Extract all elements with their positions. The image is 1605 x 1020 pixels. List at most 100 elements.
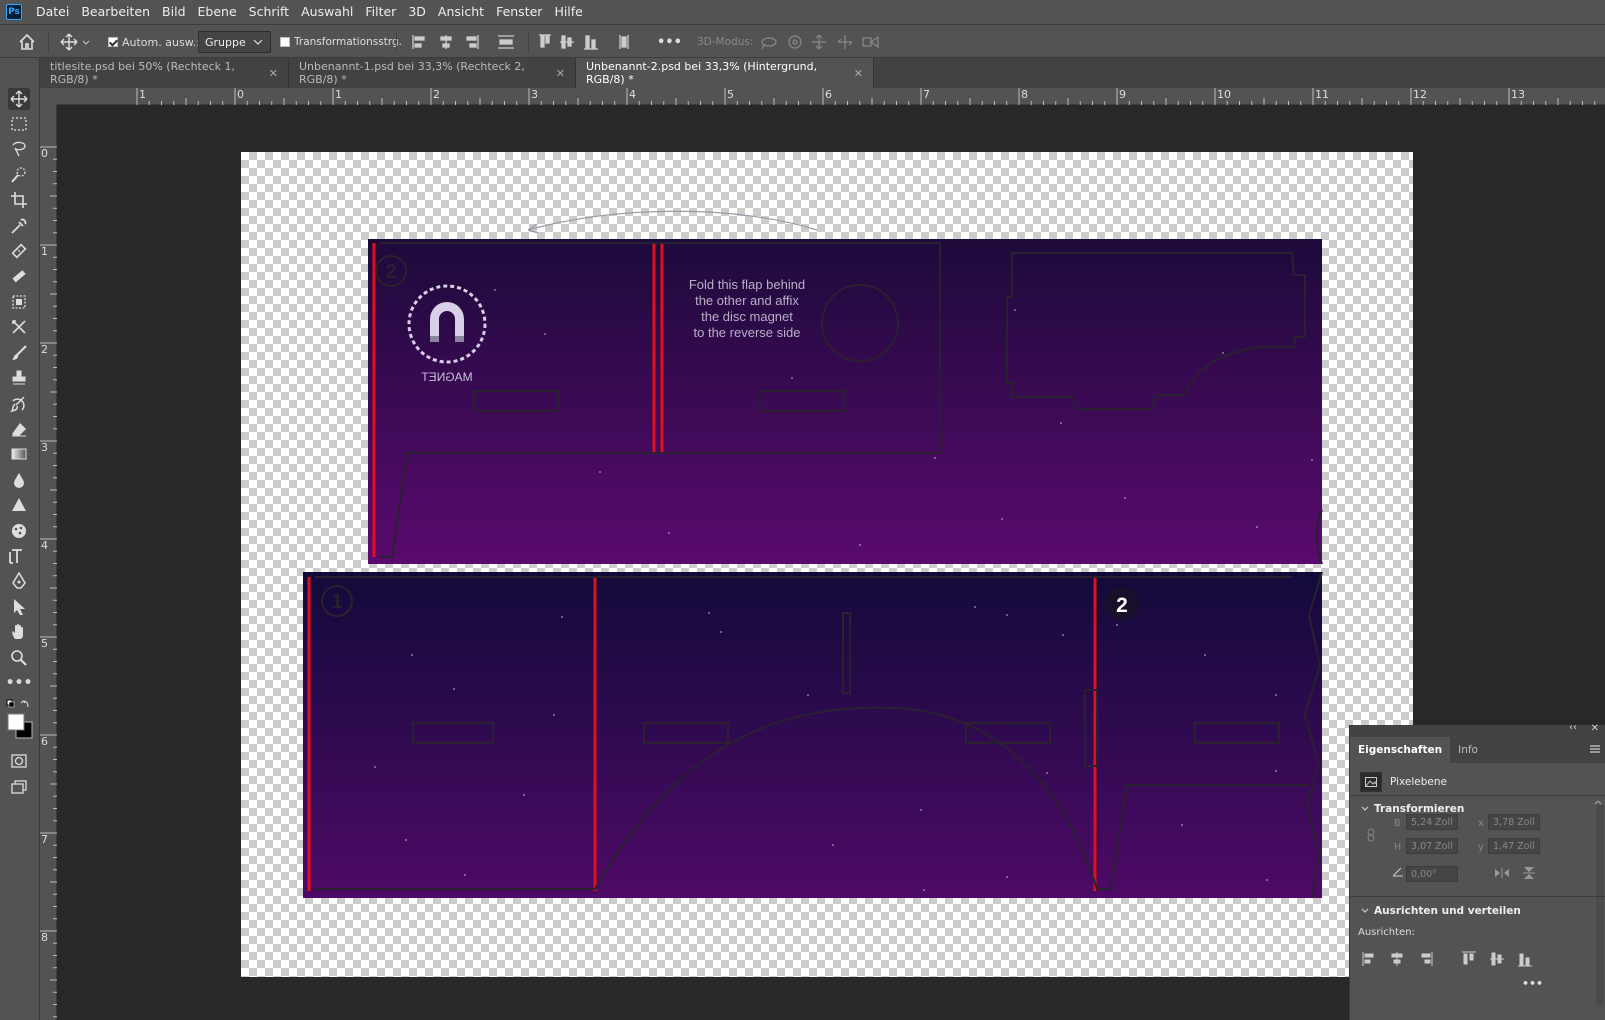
menu-fenster[interactable]: Fenster <box>490 0 548 24</box>
ruler-label: 5 <box>41 637 48 650</box>
home-icon[interactable] <box>18 25 36 59</box>
align-buttons-group <box>412 25 522 59</box>
3d-mode-label: 3D-Modus: <box>697 36 754 48</box>
ruler-label: 1 <box>41 245 48 258</box>
flap-text-line: the other and affix <box>695 293 799 308</box>
crop-tool-icon[interactable] <box>8 189 30 211</box>
width-field[interactable]: 5,24 Zoll <box>1406 814 1458 830</box>
ruler-label: 6 <box>41 735 48 748</box>
quick-selection-tool-icon[interactable] <box>8 164 30 186</box>
move-tool-preset-icon[interactable] <box>60 25 90 59</box>
menu-3d[interactable]: 3D <box>402 0 432 24</box>
brush-tool-icon[interactable] <box>8 342 30 364</box>
menu-auswahl[interactable]: Auswahl <box>295 0 359 24</box>
clone-stamp-tool-icon[interactable] <box>8 291 30 313</box>
gradient-tool-icon[interactable] <box>8 443 30 465</box>
badge-1: 1 <box>331 591 342 613</box>
ruler-label: 2 <box>41 343 48 356</box>
move-tool-icon[interactable] <box>8 88 30 110</box>
tab-unbenannt-2[interactable]: Unbenannt-2.psd bei 33,3% (Hintergrund, … <box>576 58 874 88</box>
tab-label: Unbenannt-2.psd bei 33,3% (Hintergrund, … <box>586 60 818 86</box>
dodge-tool-icon[interactable] <box>8 494 30 516</box>
screen-mode-icon[interactable] <box>8 776 30 798</box>
align-section-title[interactable]: Ausrichten und verteilen <box>1374 905 1521 917</box>
tab-eigenschaften[interactable]: Eigenschaften <box>1350 737 1451 763</box>
flip-vertical-icon[interactable] <box>1522 866 1536 883</box>
path-selection-tool-icon[interactable] <box>8 596 30 618</box>
3d-mode-icons <box>760 25 884 59</box>
auto-select-target-dropdown[interactable]: Gruppe <box>198 31 271 53</box>
more-options-button[interactable]: ••• <box>657 25 682 59</box>
height-field[interactable]: 3,07 Zoll <box>1406 838 1458 854</box>
link-icon[interactable] <box>1366 828 1376 845</box>
zoom-tool-icon[interactable] <box>8 647 30 669</box>
color-swatches[interactable] <box>6 698 33 739</box>
menu-filter[interactable]: Filter <box>359 0 402 24</box>
ruler-label: 4 <box>41 539 48 552</box>
chevron-down-icon[interactable] <box>1360 804 1370 817</box>
tab-info[interactable]: Info <box>1450 737 1486 763</box>
more-options-button[interactable]: ••• <box>1522 977 1543 990</box>
pen-tool-icon[interactable] <box>8 570 30 592</box>
align-buttons[interactable] <box>1362 951 1542 970</box>
magnet-label: MAGNET <box>421 370 473 384</box>
menu-schrift[interactable]: Schrift <box>243 0 295 24</box>
menu-ansicht[interactable]: Ansicht <box>432 0 490 24</box>
ruler-label: 12 <box>1413 88 1427 101</box>
eraser-tool-icon[interactable] <box>8 418 30 440</box>
menu-datei[interactable]: Datei <box>30 0 75 24</box>
history-brush-tool-icon[interactable] <box>8 316 30 338</box>
distribute-buttons-group <box>538 25 638 59</box>
healing-brush-tool-icon[interactable] <box>8 240 30 262</box>
bottom-panel[interactable]: 1 2 <box>303 571 1323 899</box>
ruler-label: 5 <box>727 88 734 101</box>
transform-controls-label: Transformationsstrg. <box>294 36 402 48</box>
close-icon[interactable]: ✕ <box>1591 723 1599 734</box>
top-panel[interactable]: 2 MAGNET Fold this flap behind the other… <box>368 239 1323 565</box>
menu-bar: Ps Datei Bearbeiten Bild Ebene Schrift A… <box>0 0 1605 24</box>
photoshop-logo[interactable]: Ps <box>6 4 22 20</box>
sponge-tool-icon[interactable] <box>8 520 30 542</box>
collapse-panel-icon[interactable]: ‹‹ <box>1569 722 1577 733</box>
y-field[interactable]: 1,47 Zoll <box>1488 838 1540 854</box>
menu-bearbeiten[interactable]: Bearbeiten <box>75 0 156 24</box>
ruler-label: 11 <box>1315 88 1329 101</box>
close-icon[interactable]: ✕ <box>556 67 565 80</box>
ruler-label: 8 <box>1021 88 1028 101</box>
chevron-down-icon[interactable] <box>1360 906 1370 919</box>
panel-menu-icon[interactable] <box>1589 743 1601 758</box>
marquee-tool-icon[interactable] <box>8 113 30 135</box>
menu-bild[interactable]: Bild <box>156 0 191 24</box>
close-icon[interactable]: ✕ <box>269 67 278 80</box>
angle-field[interactable]: 0,00° <box>1406 866 1458 882</box>
width-label: B <box>1394 818 1401 829</box>
ruler-label: 0 <box>41 147 48 160</box>
ruler-label: 8 <box>41 931 48 944</box>
properties-panel: ‹‹ ✕ Eigenschaften Info Pixelebene Trans… <box>1349 722 1605 1020</box>
height-label: H <box>1394 842 1402 853</box>
auto-select-checkbox[interactable] <box>108 37 118 47</box>
menu-ebene[interactable]: Ebene <box>192 0 243 24</box>
type-tool-icon[interactable] <box>8 545 30 567</box>
flip-horizontal-icon[interactable] <box>1494 867 1510 882</box>
stamp-tool-icon[interactable] <box>8 367 30 389</box>
tab-titlesite[interactable]: titlesite.psd bei 50% (Rechteck 1, RGB/8… <box>40 58 289 88</box>
brush-pencil-tool-icon[interactable] <box>8 266 30 288</box>
close-icon[interactable]: ✕ <box>854 67 863 80</box>
vertical-ruler[interactable]: 0 1 2 3 4 5 6 7 8 <box>40 105 57 1020</box>
ruler-label: 3 <box>41 441 48 454</box>
transform-controls-checkbox[interactable] <box>280 37 290 47</box>
tab-unbenannt-1[interactable]: Unbenannt-1.psd bei 33,3% (Rechteck 2, R… <box>289 58 576 88</box>
blur-tool-icon[interactable] <box>8 469 30 491</box>
ruler-label: 2 <box>433 88 440 101</box>
lasso-tool-icon[interactable] <box>8 138 30 160</box>
eyedropper-tool-icon[interactable] <box>8 215 30 237</box>
tab-label: titlesite.psd bei 50% (Rechteck 1, RGB/8… <box>50 60 236 86</box>
art-history-brush-icon[interactable] <box>8 393 30 415</box>
hand-tool-icon[interactable] <box>8 621 30 643</box>
more-tools-icon[interactable]: ••• <box>6 672 33 694</box>
quick-mask-icon[interactable] <box>8 750 30 772</box>
horizontal-ruler[interactable]: 1 0 1 2 3 4 5 6 7 8 9 10 11 12 13 <box>57 88 1605 105</box>
menu-hilfe[interactable]: Hilfe <box>548 0 588 24</box>
x-field[interactable]: 3,78 Zoll <box>1488 814 1540 830</box>
